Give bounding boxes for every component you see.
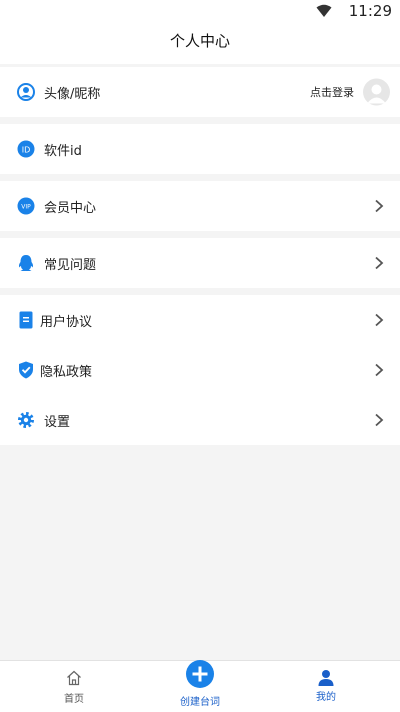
settings-row[interactable]: 设置 [0, 395, 400, 445]
legal-settings-card: 用户协议 隐私政策 设置 [0, 295, 400, 445]
chevron-right-icon [375, 256, 384, 270]
user-icon [17, 83, 35, 101]
privacy-label: 隐私政策 [40, 364, 93, 380]
home-icon [67, 670, 81, 686]
penguin-icon [18, 255, 34, 271]
vip-icon: VIP [17, 197, 35, 215]
status-bar: 11:29 [0, 0, 400, 22]
vip-row[interactable]: VIP 会员中心 [0, 181, 400, 231]
chevron-right-icon [375, 199, 384, 213]
wifi-icon [316, 4, 332, 17]
settings-label: 设置 [44, 414, 71, 430]
avatar-placeholder-icon [367, 84, 386, 104]
avatar[interactable] [363, 78, 390, 106]
vip-label: 会员中心 [44, 200, 97, 216]
document-icon [19, 311, 33, 329]
profile-label: 头像/昵称 [44, 86, 101, 102]
agreement-label: 用户协议 [40, 314, 93, 330]
software-id-card: ID 软件id [0, 124, 400, 174]
faq-card: 常见问题 [0, 238, 400, 288]
tab-mine-label: 我的 [316, 692, 336, 703]
bottom-tab-bar: 首页 创建台词 我的 [0, 660, 400, 712]
chevron-right-icon [375, 313, 384, 327]
vip-card: VIP 会员中心 [0, 181, 400, 231]
title-bar: 个人中心 [0, 22, 400, 64]
chevron-right-icon [375, 363, 384, 377]
software-id-row[interactable]: ID 软件id [0, 124, 400, 174]
id-icon: ID [17, 140, 35, 158]
gear-icon [18, 412, 34, 428]
tab-home[interactable]: 首页 [34, 661, 114, 712]
tab-create-label: 创建台词 [180, 697, 220, 708]
faq-row[interactable]: 常见问题 [0, 238, 400, 288]
faq-label: 常见问题 [44, 257, 97, 273]
svg-text:ID: ID [22, 146, 31, 155]
shield-check-icon [19, 361, 33, 379]
agreement-row[interactable]: 用户协议 [0, 295, 400, 345]
profile-row[interactable]: 头像/昵称 点击登录 [0, 67, 400, 117]
software-id-label: 软件id [44, 143, 82, 159]
privacy-row[interactable]: 隐私政策 [0, 345, 400, 395]
tab-create[interactable]: 创建台词 [160, 660, 240, 712]
svg-text:VIP: VIP [21, 204, 31, 211]
tab-mine[interactable]: 我的 [286, 661, 366, 712]
tab-home-label: 首页 [64, 694, 84, 705]
profile-card: 头像/昵称 点击登录 [0, 67, 400, 117]
page-title: 个人中心 [169, 32, 230, 50]
plus-circle-icon [186, 660, 214, 688]
status-time: 11:29 [348, 2, 392, 20]
chevron-right-icon [375, 413, 384, 427]
login-link[interactable]: 点击登录 [310, 84, 354, 100]
person-icon [318, 670, 334, 686]
